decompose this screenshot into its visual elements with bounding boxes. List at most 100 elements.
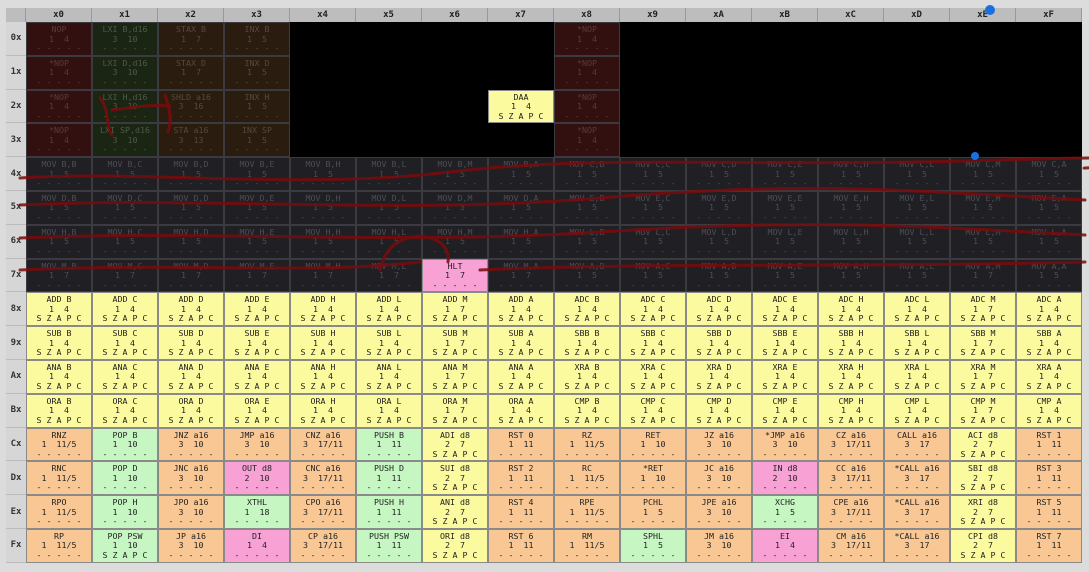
opcode-cell[interactable] xyxy=(356,22,422,56)
opcode-cell[interactable]: ACI d8 2 7S Z A P C xyxy=(950,427,1016,462)
opcode-cell[interactable] xyxy=(950,89,1016,124)
opcode-cell[interactable]: ADC B1 4S Z A P C xyxy=(554,292,620,327)
opcode-cell[interactable] xyxy=(686,22,752,56)
opcode-cell[interactable]: MOV H,L 1 5- - - - - xyxy=(356,224,422,259)
opcode-cell[interactable]: ADC E1 4S Z A P C xyxy=(752,292,818,327)
opcode-cell[interactable]: SBB A1 4S Z A P C xyxy=(1016,326,1082,360)
opcode-cell[interactable]: MOV A,L 1 5- - - - - xyxy=(884,258,950,293)
opcode-cell[interactable] xyxy=(488,55,554,90)
opcode-cell[interactable]: ADD H1 4S Z A P C xyxy=(290,292,356,327)
opcode-cell[interactable]: MOV L,H 1 5- - - - - xyxy=(818,224,884,259)
opcode-cell[interactable]: HLT 1 7- - - - - xyxy=(422,258,488,293)
opcode-cell[interactable]: CMP A1 4S Z A P C xyxy=(1016,393,1082,428)
opcode-cell[interactable]: SUI d8 2 7S Z A P C xyxy=(422,461,488,496)
opcode-cell[interactable]: XRA E1 4S Z A P C xyxy=(752,359,818,394)
opcode-cell[interactable]: XRA A1 4S Z A P C xyxy=(1016,359,1082,394)
opcode-cell[interactable]: MOV C,A 1 5- - - - - xyxy=(1016,157,1082,191)
opcode-cell[interactable] xyxy=(620,22,686,56)
opcode-cell[interactable]: CNC a16 3 17/11- - - - - xyxy=(290,461,356,496)
opcode-cell[interactable]: RST 21 11- - - - - xyxy=(488,461,554,496)
opcode-cell[interactable]: MOV D,M 1 5- - - - - xyxy=(422,190,488,225)
opcode-cell[interactable]: XRA D1 4S Z A P C xyxy=(686,359,752,394)
opcode-cell[interactable]: MOV B,A 1 5- - - - - xyxy=(488,157,554,191)
opcode-cell[interactable]: SPHL 1 5- - - - - xyxy=(620,528,686,563)
opcode-cell[interactable]: RNZ 1 11/5- - - - - xyxy=(26,427,92,462)
opcode-cell[interactable]: MOV M,L 1 7- - - - - xyxy=(356,258,422,293)
opcode-cell[interactable] xyxy=(356,123,422,158)
opcode-cell[interactable]: MOV E,D 1 5- - - - - xyxy=(686,190,752,225)
opcode-cell[interactable]: ADD A1 4S Z A P C xyxy=(488,292,554,327)
opcode-cell[interactable]: LXI D,d16 3 10- - - - - xyxy=(92,55,158,90)
opcode-cell[interactable]: MOV A,C 1 5- - - - - xyxy=(620,258,686,293)
opcode-cell[interactable]: JM a16 3 10- - - - - xyxy=(686,528,752,563)
opcode-cell[interactable]: INX H1 5- - - - - xyxy=(224,89,290,124)
opcode-cell[interactable]: *NOP 1 4- - - - - xyxy=(554,55,620,90)
opcode-cell[interactable]: ADC L1 4S Z A P C xyxy=(884,292,950,327)
opcode-cell[interactable] xyxy=(686,123,752,158)
opcode-cell[interactable]: RST 71 11- - - - - xyxy=(1016,528,1082,563)
opcode-cell[interactable]: ORA A1 4S Z A P C xyxy=(488,393,554,428)
opcode-cell[interactable]: RET 1 10- - - - - xyxy=(620,427,686,462)
opcode-cell[interactable]: MOV H,D 1 5- - - - - xyxy=(158,224,224,259)
opcode-cell[interactable]: SUB C1 4S Z A P C xyxy=(92,326,158,360)
opcode-cell[interactable]: XRA L1 4S Z A P C xyxy=(884,359,950,394)
opcode-cell[interactable]: ANA M1 7S Z A P C xyxy=(422,359,488,394)
opcode-cell[interactable]: MOV B,M 1 5- - - - - xyxy=(422,157,488,191)
opcode-cell[interactable]: LXI B,d16 3 10- - - - - xyxy=(92,22,158,56)
opcode-cell[interactable]: ADD C1 4S Z A P C xyxy=(92,292,158,327)
opcode-cell[interactable] xyxy=(422,22,488,56)
opcode-cell[interactable]: ADC A1 4S Z A P C xyxy=(1016,292,1082,327)
opcode-cell[interactable]: NOP 1 4- - - - - xyxy=(26,22,92,56)
opcode-cell[interactable]: INX B1 5- - - - - xyxy=(224,22,290,56)
opcode-cell[interactable]: ADD E1 4S Z A P C xyxy=(224,292,290,327)
opcode-cell[interactable]: ORI d8 2 7S Z A P C xyxy=(422,528,488,563)
opcode-cell[interactable]: RST 01 11- - - - - xyxy=(488,427,554,462)
opcode-cell[interactable]: ANA D1 4S Z A P C xyxy=(158,359,224,394)
opcode-cell[interactable]: ADC C1 4S Z A P C xyxy=(620,292,686,327)
opcode-cell[interactable]: RST 11 11- - - - - xyxy=(1016,427,1082,462)
opcode-cell[interactable]: XRA B1 4S Z A P C xyxy=(554,359,620,394)
opcode-cell[interactable]: MOV D,C 1 5- - - - - xyxy=(92,190,158,225)
opcode-cell[interactable] xyxy=(290,22,356,56)
opcode-cell[interactable]: MOV M,C 1 7- - - - - xyxy=(92,258,158,293)
opcode-cell[interactable]: MOV H,H 1 5- - - - - xyxy=(290,224,356,259)
opcode-cell[interactable]: SBB M1 7S Z A P C xyxy=(950,326,1016,360)
opcode-cell[interactable]: MOV C,M 1 5- - - - - xyxy=(950,157,1016,191)
opcode-cell[interactable]: EI 1 4- - - - - xyxy=(752,528,818,563)
opcode-cell[interactable] xyxy=(686,55,752,90)
opcode-cell[interactable]: MOV E,C 1 5- - - - - xyxy=(620,190,686,225)
opcode-cell[interactable]: CZ a16 3 17/11- - - - - xyxy=(818,427,884,462)
opcode-cell[interactable]: *NOP 1 4- - - - - xyxy=(554,22,620,56)
opcode-cell[interactable]: MOV L,A 1 5- - - - - xyxy=(1016,224,1082,259)
opcode-cell[interactable]: INX SP 1 5- - - - - xyxy=(224,123,290,158)
opcode-cell[interactable]: MOV L,B 1 5- - - - - xyxy=(554,224,620,259)
opcode-cell[interactable]: LXI H,d16 3 10- - - - - xyxy=(92,89,158,124)
opcode-cell[interactable]: CALL a16 3 17- - - - - xyxy=(884,427,950,462)
opcode-cell[interactable]: MOV D,H 1 5- - - - - xyxy=(290,190,356,225)
opcode-cell[interactable]: MOV E,E 1 5- - - - - xyxy=(752,190,818,225)
opcode-cell[interactable]: SUB E1 4S Z A P C xyxy=(224,326,290,360)
opcode-cell[interactable] xyxy=(422,55,488,90)
opcode-cell[interactable] xyxy=(752,123,818,158)
opcode-cell[interactable]: CMP M1 7S Z A P C xyxy=(950,393,1016,428)
opcode-cell[interactable] xyxy=(818,22,884,56)
opcode-cell[interactable]: ANI d8 2 7S Z A P C xyxy=(422,495,488,529)
opcode-cell[interactable]: *NOP 1 4- - - - - xyxy=(26,89,92,124)
opcode-cell[interactable] xyxy=(752,89,818,124)
opcode-cell[interactable]: ORA H1 4S Z A P C xyxy=(290,393,356,428)
opcode-cell[interactable]: SUB L1 4S Z A P C xyxy=(356,326,422,360)
opcode-cell[interactable]: MOV L,D 1 5- - - - - xyxy=(686,224,752,259)
opcode-cell[interactable]: RNC 1 11/5- - - - - xyxy=(26,461,92,496)
opcode-cell[interactable]: JP a16 3 10- - - - - xyxy=(158,528,224,563)
opcode-cell[interactable]: LXI SP,d16 3 10- - - - - xyxy=(92,123,158,158)
opcode-cell[interactable]: JMP a16 3 10- - - - - xyxy=(224,427,290,462)
opcode-cell[interactable]: CM a16 3 17/11- - - - - xyxy=(818,528,884,563)
opcode-cell[interactable]: MOV D,L 1 5- - - - - xyxy=(356,190,422,225)
opcode-cell[interactable]: MOV A,D 1 5- - - - - xyxy=(686,258,752,293)
opcode-cell[interactable]: ADD L1 4S Z A P C xyxy=(356,292,422,327)
opcode-cell[interactable]: XRA H1 4S Z A P C xyxy=(818,359,884,394)
opcode-cell[interactable] xyxy=(1016,89,1082,124)
opcode-cell[interactable]: XTHL 1 18- - - - - xyxy=(224,495,290,529)
opcode-cell[interactable] xyxy=(488,123,554,158)
opcode-cell[interactable]: MOV C,H 1 5- - - - - xyxy=(818,157,884,191)
